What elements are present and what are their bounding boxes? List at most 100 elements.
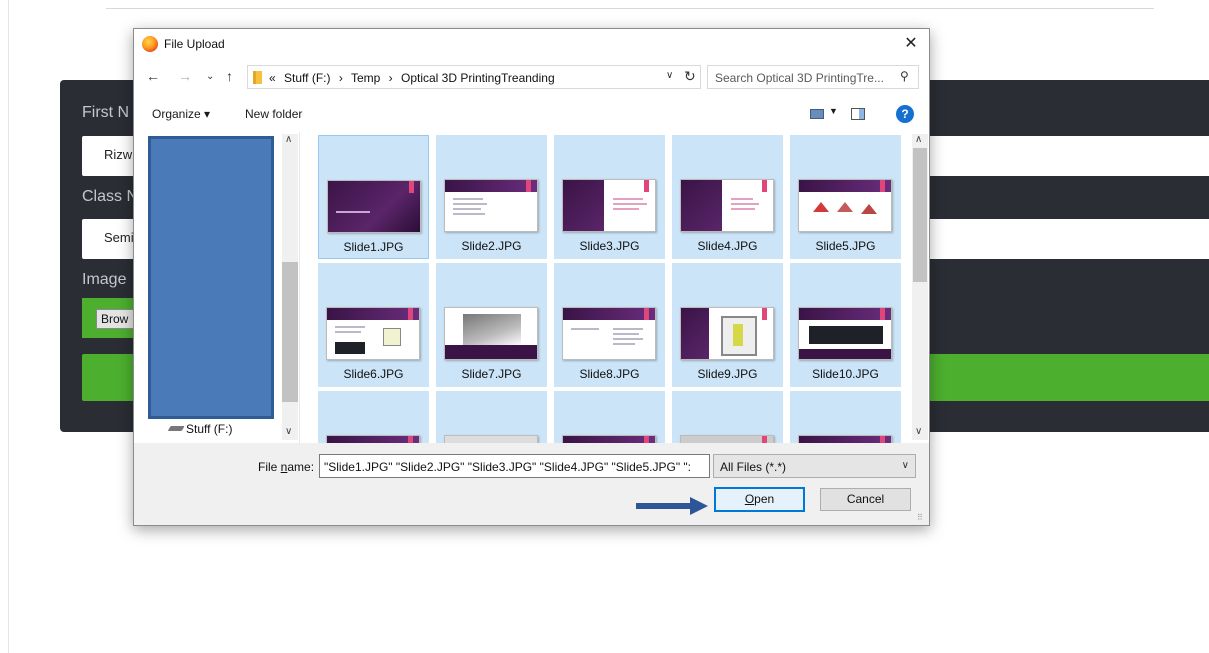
slide-thumbnail <box>444 435 538 443</box>
file-item-slide2[interactable]: Slide2.JPG <box>436 135 547 259</box>
file-name: Slide10.JPG <box>812 367 879 381</box>
file-name: Slide9.JPG <box>697 367 758 381</box>
class-name-label: Class N <box>82 188 139 205</box>
file-name: Slide6.JPG <box>343 367 404 381</box>
breadcrumb-overflow[interactable]: « <box>269 71 276 85</box>
first-name-label: First N <box>82 104 130 121</box>
recent-locations-chevron-icon[interactable]: ⌄ <box>206 71 214 82</box>
help-icon[interactable]: ? <box>896 105 914 123</box>
breadcrumb-separator: › <box>388 71 393 85</box>
address-bar[interactable]: « Stuff (F:) › Temp › Optical 3D Printin… <box>247 65 701 89</box>
file-item-slide10[interactable]: Slide10.JPG <box>790 263 901 387</box>
folder-icon <box>253 71 262 84</box>
slide-thumbnail <box>680 307 774 360</box>
slide-thumbnail <box>326 307 420 360</box>
forward-arrow-icon[interactable]: → <box>178 68 192 84</box>
address-dropdown-icon[interactable]: ∨ <box>666 70 673 81</box>
file-item-slide3[interactable]: Slide3.JPG <box>554 135 665 259</box>
file-item-slide9[interactable]: Slide9.JPG <box>672 263 783 387</box>
slide-thumbnail <box>444 179 538 232</box>
slide-thumbnail <box>562 435 656 443</box>
file-name-input[interactable]: "Slide1.JPG" "Slide2.JPG" "Slide3.JPG" "… <box>319 454 710 478</box>
refresh-icon[interactable]: ↻ <box>684 68 696 85</box>
slide-thumbnail <box>327 180 421 233</box>
preview-pane-icon[interactable] <box>851 108 865 120</box>
slide-thumbnail <box>444 307 538 360</box>
slide-thumbnail <box>680 179 774 232</box>
file-name-label: File name: <box>258 460 315 474</box>
cancel-button[interactable]: Cancel <box>820 488 911 511</box>
drive-icon <box>167 426 185 431</box>
scroll-thumb[interactable] <box>282 262 298 402</box>
file-item-slide8[interactable]: Slide8.JPG <box>554 263 665 387</box>
navigation-pane: ∧ ∨ Stuff (F:) <box>134 132 300 443</box>
search-input[interactable]: Search Optical 3D PrintingTre... ⚲ <box>707 65 919 89</box>
scroll-down-icon[interactable]: ∨ <box>915 426 922 437</box>
scroll-thumb[interactable] <box>913 148 927 282</box>
file-item-slide6[interactable]: Slide6.JPG <box>318 263 429 387</box>
file-item-partial[interactable] <box>436 391 547 443</box>
slide-thumbnail <box>326 435 420 443</box>
up-arrow-icon[interactable]: ↑ <box>226 68 233 84</box>
file-item-partial[interactable] <box>554 391 665 443</box>
file-name: Slide3.JPG <box>579 239 640 253</box>
file-upload-dialog: File Upload ✕ ← → ⌄ ↑ « Stuff (F:) › Tem… <box>133 28 930 526</box>
search-icon[interactable]: ⚲ <box>900 69 909 83</box>
file-item-partial[interactable] <box>672 391 783 443</box>
file-item-slide7[interactable]: Slide7.JPG <box>436 263 547 387</box>
breadcrumb-drive[interactable]: Stuff (F:) <box>284 71 330 85</box>
breadcrumb-current-folder[interactable]: Optical 3D PrintingTreanding <box>401 71 555 85</box>
change-view-icon[interactable] <box>810 109 824 119</box>
file-list-scrollbar[interactable]: ∧ ∨ <box>912 134 928 440</box>
navigation-scrollbar[interactable]: ∧ ∨ <box>282 134 298 440</box>
file-name: Slide1.JPG <box>343 240 404 254</box>
file-name: Slide7.JPG <box>461 367 522 381</box>
breadcrumb: « Stuff (F:) › Temp › Optical 3D Printin… <box>269 71 560 85</box>
back-arrow-icon[interactable]: ← <box>146 68 160 84</box>
file-type-value: All Files (*.*) <box>720 460 787 474</box>
close-button[interactable]: ✕ <box>896 31 926 57</box>
scroll-up-icon[interactable]: ∧ <box>285 134 292 145</box>
slide-thumbnail <box>562 179 656 232</box>
dialog-footer: File name: "Slide1.JPG" "Slide2.JPG" "Sl… <box>134 443 929 525</box>
file-item-partial[interactable] <box>790 391 901 443</box>
open-button[interactable]: Open <box>714 487 805 512</box>
file-name: Slide5.JPG <box>815 239 876 253</box>
file-type-select[interactable]: All Files (*.*) ∨ <box>713 454 916 478</box>
annotation-arrow-icon <box>636 497 708 515</box>
file-item-partial[interactable] <box>318 391 429 443</box>
dialog-titlebar: File Upload ✕ <box>134 29 929 59</box>
browse-button[interactable]: Brow <box>96 309 136 329</box>
file-list: Slide1.JPG Slide2.JPG Slide3.JPG Slide4.… <box>312 132 929 443</box>
drive-label: Stuff (F:) <box>186 422 233 436</box>
scroll-down-icon[interactable]: ∨ <box>285 426 292 437</box>
file-name: Slide8.JPG <box>579 367 640 381</box>
chevron-down-icon: ∨ <box>901 460 909 471</box>
file-item-slide5[interactable]: Slide5.JPG <box>790 135 901 259</box>
search-placeholder: Search Optical 3D PrintingTre... <box>715 71 884 85</box>
new-folder-button[interactable]: New folder <box>245 107 302 121</box>
navigation-tree-redacted <box>148 136 274 419</box>
slide-thumbnail <box>798 179 892 232</box>
slide-thumbnail <box>798 307 892 360</box>
breadcrumb-temp[interactable]: Temp <box>351 71 380 85</box>
file-name: Slide2.JPG <box>461 239 522 253</box>
firefox-icon <box>142 36 158 52</box>
image-label: Image <box>82 271 127 288</box>
slide-thumbnail <box>680 435 774 443</box>
file-item-slide4[interactable]: Slide4.JPG <box>672 135 783 259</box>
organize-menu[interactable]: Organize ▾ <box>152 107 210 121</box>
resize-grip-icon[interactable]: ⠿ <box>917 513 923 522</box>
nav-item-stuff-drive[interactable]: Stuff (F:) <box>167 422 233 436</box>
navigation-bar: ← → ⌄ ↑ « Stuff (F:) › Temp › Optical 3D… <box>134 64 929 90</box>
top-divider <box>106 8 1154 9</box>
dialog-toolbar: Organize ▾ New folder ▼ ? <box>134 101 929 127</box>
dialog-title: File Upload <box>164 37 225 51</box>
breadcrumb-separator: › <box>338 71 343 85</box>
slide-thumbnail <box>798 435 892 443</box>
file-name: Slide4.JPG <box>697 239 758 253</box>
view-options-chevron-icon[interactable]: ▼ <box>829 106 838 116</box>
scroll-up-icon[interactable]: ∧ <box>915 134 922 145</box>
slide-thumbnail <box>562 307 656 360</box>
file-item-slide1[interactable]: Slide1.JPG <box>318 135 429 259</box>
